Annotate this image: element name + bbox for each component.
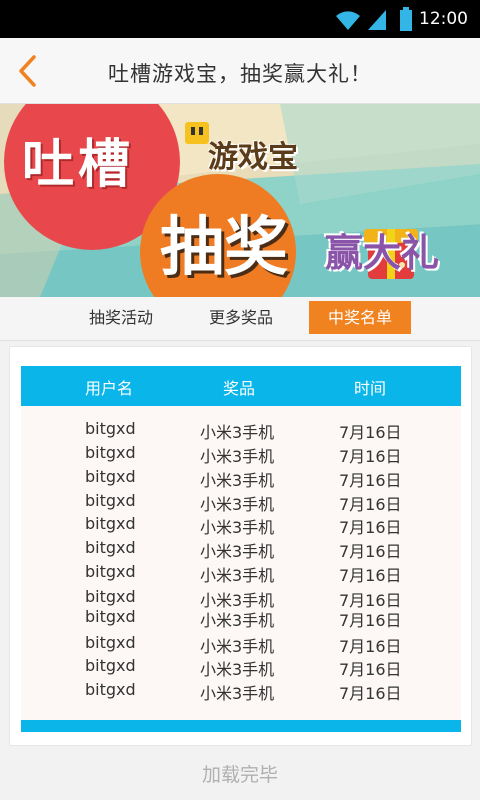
clock: 12:00 xyxy=(419,9,468,29)
table-row: bitgxd 小米3手机 7月16日 xyxy=(21,491,461,514)
cell-username: bitgxd xyxy=(85,607,136,626)
cell-time: 7月16日 xyxy=(339,447,402,466)
signal-icon xyxy=(368,10,386,30)
table-row: bitgxd 小米3手机 7月16日 xyxy=(21,607,461,630)
table-row: bitgxd 小米3手机 7月16日 xyxy=(21,633,461,656)
cell-username: bitgxd xyxy=(85,538,136,557)
table-row: bitgxd 小米3手机 7月16日 xyxy=(21,680,461,703)
cell-username: bitgxd xyxy=(85,680,136,699)
cell-time: 7月16日 xyxy=(339,684,402,703)
cell-username: bitgxd xyxy=(85,633,136,652)
tab-winners-list[interactable]: 中奖名单 xyxy=(309,301,411,334)
cell-time: 7月16日 xyxy=(339,518,402,537)
cell-prize: 小米3手机 xyxy=(200,423,275,442)
cell-time: 7月16日 xyxy=(339,423,402,442)
cell-time: 7月16日 xyxy=(339,471,402,490)
cell-username: bitgxd xyxy=(85,656,136,675)
table-row: bitgxd 小米3手机 7月16日 xyxy=(21,443,461,466)
table-row: bitgxd 小米3手机 7月16日 xyxy=(21,656,461,679)
winners-card: 用户名 奖品 时间 bitgxd 小米3手机 7月16日 bitgxd 小米3手… xyxy=(9,346,472,746)
cell-prize: 小米3手机 xyxy=(200,684,275,703)
banner-text-choujiang: 抽奖 xyxy=(160,211,288,285)
load-complete-label: 加载完毕 xyxy=(201,764,278,786)
cell-username: bitgxd xyxy=(85,514,136,533)
table-row: bitgxd 小米3手机 7月16日 xyxy=(21,419,461,442)
title-bar: 吐槽游戏宝，抽奖赢大礼！ xyxy=(0,38,480,104)
promo-banner: 吐槽 游戏宝 抽奖 赢大礼 xyxy=(0,104,480,297)
cell-prize: 小米3手机 xyxy=(200,447,275,466)
page-title: 吐槽游戏宝，抽奖赢大礼！ xyxy=(108,62,372,86)
table-footer-bar xyxy=(21,720,461,732)
table-body: bitgxd 小米3手机 7月16日 bitgxd 小米3手机 7月16日 bi… xyxy=(21,406,461,720)
banner-text-tucao: 吐槽 xyxy=(22,135,135,195)
cell-username: bitgxd xyxy=(85,443,136,462)
cell-username: bitgxd xyxy=(85,562,136,581)
cell-time: 7月16日 xyxy=(339,611,402,630)
banner-text-youxibao: 游戏宝 xyxy=(208,140,298,175)
cell-prize: 小米3手机 xyxy=(200,495,275,514)
table-row: bitgxd 小米3手机 7月16日 xyxy=(21,514,461,537)
cell-time: 7月16日 xyxy=(339,495,402,514)
cell-username: bitgxd xyxy=(85,491,136,510)
wifi-icon xyxy=(336,11,360,30)
tab-lottery-activity[interactable]: 抽奖活动 xyxy=(74,301,168,334)
table-header: 用户名 奖品 时间 xyxy=(21,366,461,406)
column-header-username: 用户名 xyxy=(85,379,134,398)
table-row: bitgxd 小米3手机 7月16日 xyxy=(21,538,461,561)
table-row: bitgxd 小米3手机 7月16日 xyxy=(21,562,461,585)
cell-username: bitgxd xyxy=(85,419,136,438)
cell-prize: 小米3手机 xyxy=(200,660,275,679)
table-row: bitgxd 小米3手机 7月16日 xyxy=(21,467,461,490)
tab-more-prizes[interactable]: 更多奖品 xyxy=(194,301,288,334)
cell-time: 7月16日 xyxy=(339,660,402,679)
battery-icon xyxy=(400,7,412,31)
column-header-time: 时间 xyxy=(354,379,387,398)
column-header-prize: 奖品 xyxy=(223,379,256,398)
cell-time: 7月16日 xyxy=(339,566,402,585)
tab-bar: 抽奖活动 更多奖品 中奖名单 xyxy=(0,297,480,341)
cell-prize: 小米3手机 xyxy=(200,542,275,561)
banner-text-yingdali: 赢大礼 xyxy=(325,231,440,275)
status-bar: 12:00 xyxy=(0,0,480,38)
cell-prize: 小米3手机 xyxy=(200,566,275,585)
cell-time: 7月16日 xyxy=(339,637,402,656)
cell-time: 7月16日 xyxy=(339,542,402,561)
cell-username: bitgxd xyxy=(85,467,136,486)
table-row: bitgxd 小米3手机 7月16日 xyxy=(21,587,461,610)
cell-prize: 小米3手机 xyxy=(200,518,275,537)
cell-username: bitgxd xyxy=(85,587,136,606)
cell-prize: 小米3手机 xyxy=(200,637,275,656)
cell-prize: 小米3手机 xyxy=(200,611,275,630)
cell-prize: 小米3手机 xyxy=(200,471,275,490)
